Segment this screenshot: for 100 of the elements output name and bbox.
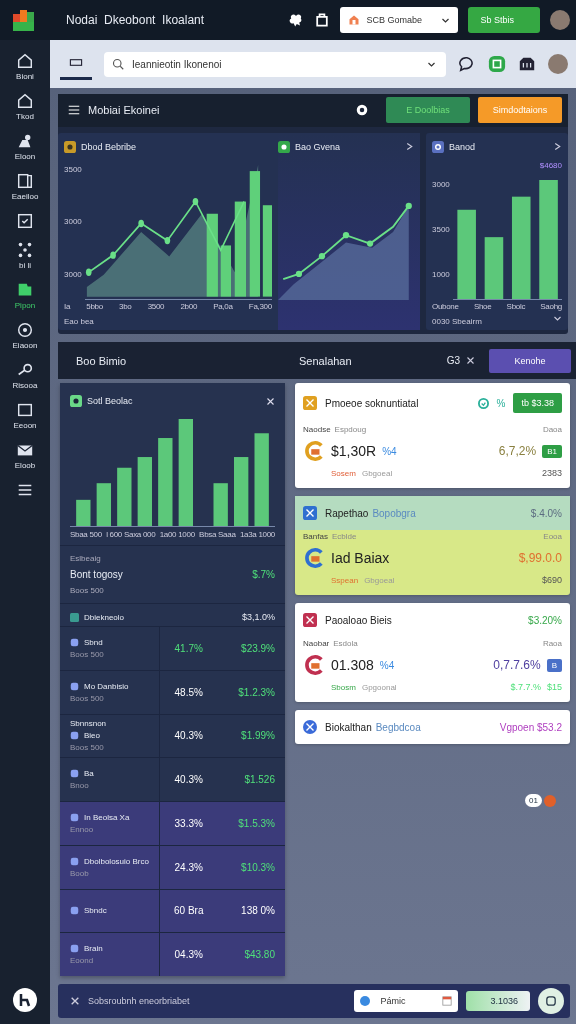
folder-icon [70,612,79,622]
table-row[interactable]: Sbnd Boos 500 41.7% $23.9% [60,626,285,670]
sub-value: $15 [546,682,562,692]
chart-bar [234,457,249,526]
chevron-icon[interactable] [553,314,562,323]
sidebar-item[interactable]: Eiaoon [3,319,47,352]
close-icon[interactable] [466,356,475,365]
stock-card[interactable]: Pmoeoe soknuntiatal % tb $3.38 Naodse Espdoug Daoa $1,30R %4 6,7,2% B1 Sosem Gbgoeal 2383 [295,383,570,488]
chat-bubble-icon[interactable] [458,55,476,73]
sidebar-item[interactable]: Bioni [3,50,47,83]
table-cell-text: $1.526 [243,774,275,786]
avatar[interactable] [548,54,568,74]
axis-label: 3000 [432,179,450,189]
expand-icon[interactable] [553,142,562,152]
table-cell-text: $1.2.3% [237,686,275,698]
table-cell-text: Boos 500 [70,743,105,753]
brand-logo-icon [303,654,325,676]
home-icon [16,92,34,110]
window-icon [69,58,83,67]
sidebar-item[interactable]: Risooa [3,359,47,392]
table-cell: In Beolsa Xa [84,812,130,822]
chart-bar [213,483,228,526]
avatar[interactable] [550,10,570,30]
table-row[interactable]: Mo Danbisio Boos 500 48.5% $1.2.3% [60,669,285,714]
close-icon[interactable] [266,396,275,406]
percent-value: 0,7.7.6% [493,658,541,672]
tools-icon[interactable] [70,996,80,1006]
table-row[interactable]: Dbolbolosuio Brco Boob 24.3% $10.3% [60,844,285,889]
sidebar-item[interactable]: bi li [3,239,47,272]
workspace-dropdown[interactable]: SCB Gomabe [340,7,459,33]
row-icon [70,637,79,647]
chart-footer: Eao bea [64,317,272,326]
chart-title: Banod [449,141,477,152]
card-title: Rapethao [325,507,369,519]
bag-icon[interactable] [314,12,331,28]
card-subtitle: Bopobgra [372,507,416,519]
help-icon[interactable] [356,104,368,117]
notification-badge[interactable]: 01 [525,794,542,807]
date-field[interactable]: Pámic [354,990,459,1012]
filter-label[interactable]: G3 [446,355,460,366]
search-field[interactable]: Ieannieotin Ikonenoi [104,51,446,77]
data-point [318,252,326,260]
menu-icon[interactable] [68,104,80,117]
status-text: Gbgoeal [361,468,393,478]
sub-value: $.7.7.% [510,682,541,692]
axis-label: 3bo [119,302,132,311]
value-label: $4680 [539,160,562,170]
table-cell: Dbolbolosuio Brco [84,856,149,866]
sidebar-item[interactable]: Eaeiloo [3,170,47,203]
calendar-icon [442,996,453,1006]
table-row[interactable]: Sbndc 60 Bra 138 0% [60,888,285,933]
app-icon [70,395,82,407]
house-icon [348,14,361,26]
sidebar-label: bi li [19,261,31,270]
card-title: Pmoeoe soknuntiatal [325,397,419,409]
expand-icon[interactable] [405,142,414,152]
round-button[interactable] [538,988,564,1014]
sidebar-label: Eeoon [13,421,37,430]
axis-label: Sbaa 500 [70,530,102,539]
app-icon[interactable] [488,55,506,73]
shop-icon[interactable] [518,55,536,73]
data-point [295,270,303,277]
data-point [110,251,116,259]
table-cell-text: 48.5% [173,686,204,698]
axis-label: 5bbo [86,302,103,311]
axis-label: Sbolc [506,302,526,311]
table-row[interactable]: Sbnnsnon Bieo Boos 500 40.3% $1.99% [60,713,285,758]
stock-card[interactable]: Paoaloao Bieis $3.20% Naobar Esdola Raoa 01.308 %4 0,7.7.6% B Sbosm Gpgoonal $.7.7.% $15 [295,603,570,702]
section-title: Senalahan [299,354,353,367]
sidebar-label: Eloob [14,461,36,470]
sidebar-label: Pipon [14,301,36,310]
sidebar-item[interactable]: Eloon [3,130,47,163]
table-row[interactable]: Brain Eoond 04.3% $43.80 [60,932,285,976]
axis-label: Pa,0a [213,302,233,311]
home-icon [16,52,34,70]
stock-card[interactable]: Biokalthan Begbdcoa Vgpoen $53.2 [295,710,570,744]
check-circle-icon [477,397,489,409]
square-icon [546,996,556,1006]
stock-card[interactable]: Rapethao Bopobgra $.4.0% Banfas Ecblde Eooa Iad Baiax $,99.0.0 Sspean Gbgoeal $690 [295,496,570,595]
brand-icon [303,396,317,410]
amount: Iad Baiax [331,550,390,566]
sidebar-item[interactable]: Eloob [3,439,47,472]
data-point [405,202,412,209]
field-label: Ecblde [331,532,357,541]
axis-label: Shoe [473,302,492,311]
brand-logo-icon[interactable] [13,988,37,1012]
table-cell-text: Boos 500 [70,649,105,659]
table-cell-text: 40.3% [173,730,204,742]
action-button[interactable]: Kenohe [489,348,571,373]
axis-label: 3000 [64,270,82,279]
status-text: Gbgoeal [364,575,395,585]
sidebar-item[interactable]: Pipon [3,279,47,312]
sidebar-item[interactable]: Eeoon [3,399,47,432]
table-cell-text: $23.9% [240,642,275,654]
table-cell-text: 40.3% [173,774,204,786]
data-point [164,236,170,245]
card-value: $3.20% [528,614,562,626]
sidebar-item[interactable]: Tkod [3,90,47,123]
table-row[interactable]: In Beolsa Xa Ennoo 33.3% $1.5.3% [60,801,285,845]
chart-title: Sotl Beolac [87,396,134,406]
